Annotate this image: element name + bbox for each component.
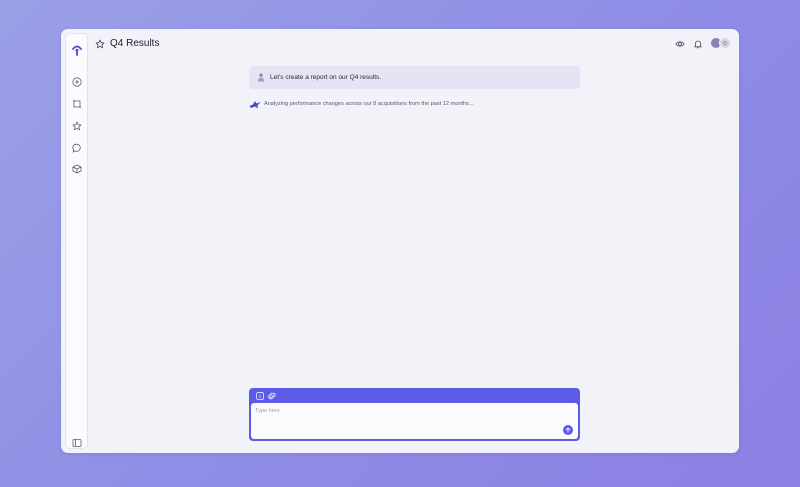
assistant-status-text: Analyzing performance changes across our… [264,101,474,107]
star-icon[interactable] [66,118,87,134]
user-message: Let's create a report on our Q4 results. [249,66,580,89]
bell-icon[interactable] [692,38,703,49]
message-input[interactable] [255,406,555,416]
collaborator-avatars[interactable] [710,37,732,49]
app-window: Q4 Results Let's create a report on our … [61,29,739,453]
message-composer [249,388,580,441]
chat-bubble-icon[interactable] [66,140,87,156]
composer-input-area [251,403,578,439]
new-chat-icon[interactable] [66,74,87,90]
sidebar [65,33,88,449]
eye-icon[interactable] [674,38,685,49]
send-arrow-icon [565,427,571,433]
box-icon[interactable] [66,161,87,177]
user-person-icon [257,73,265,82]
add-collaborator-avatar[interactable] [719,37,731,49]
page-title: Q4 Results [110,38,160,49]
sidebar-toggle-icon[interactable] [66,435,87,451]
favorite-star-icon[interactable] [94,38,105,49]
assistant-bird-icon [249,100,261,109]
user-message-text: Let's create a report on our Q4 results. [270,74,382,81]
crop-icon[interactable] [66,96,87,112]
assistant-status-row: Analyzing performance changes across our… [249,99,579,109]
info-icon[interactable] [255,391,264,400]
app-logo-icon[interactable] [66,42,87,58]
paperclip-icon[interactable] [267,391,276,400]
send-button[interactable] [563,425,573,435]
